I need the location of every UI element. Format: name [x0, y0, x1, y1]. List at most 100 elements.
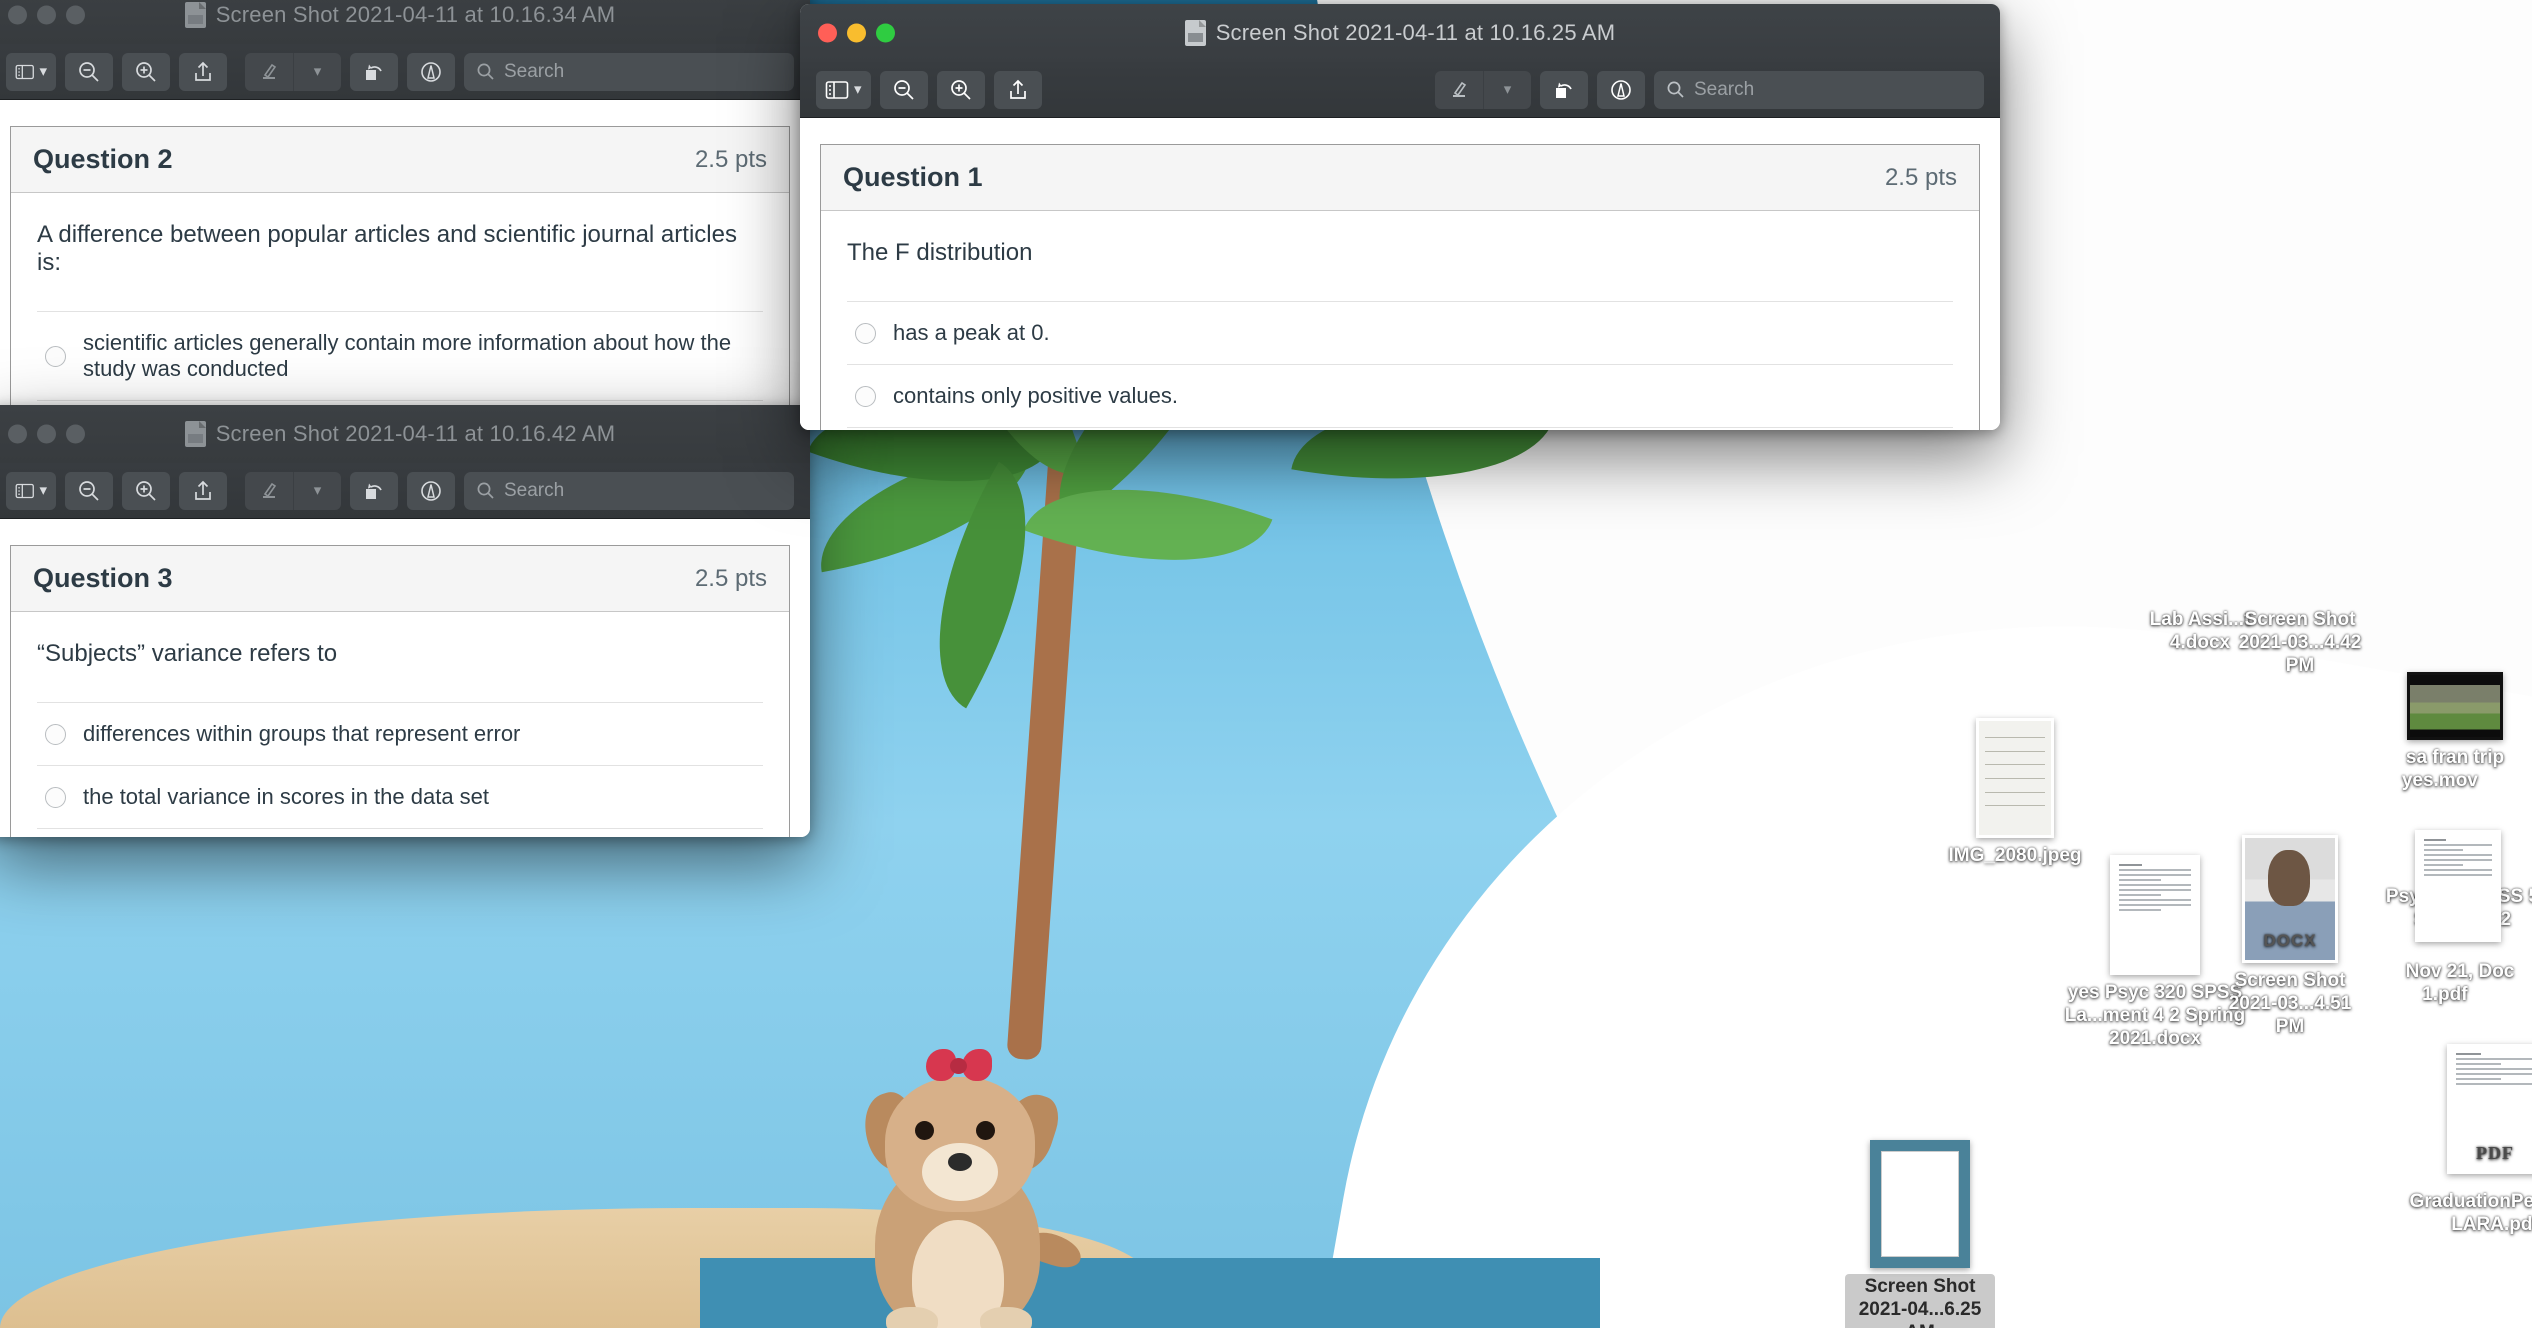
preview-toolbar[interactable]: ▾ ▾ Search [0, 463, 810, 519]
icloud-download-icon[interactable] [2478, 986, 2498, 1002]
radio-button-icon[interactable] [855, 322, 876, 344]
dog-paw [980, 1307, 1032, 1328]
movie-thumbnail-icon [2410, 675, 2500, 737]
question-body: “Subjects” variance refers to difference… [11, 612, 789, 837]
radio-button-icon[interactable] [855, 385, 876, 407]
sidebar-view-button[interactable]: ▾ [6, 52, 56, 91]
search-input[interactable]: Search [1654, 70, 1984, 109]
zoom-out-button[interactable] [879, 70, 928, 109]
markup-button[interactable] [245, 52, 293, 91]
zoom-in-button[interactable] [122, 52, 170, 91]
question-header: Question 1 2.5 pts [821, 145, 1979, 211]
search-input[interactable]: Search [464, 52, 794, 91]
desktop-file-screenshot-0351[interactable]: DOCX Screen Shot 2021-03...4.51 PM [2215, 835, 2365, 1038]
desktop-file-label: Nov 21, Doc 1.pdf [2405, 961, 2515, 1005]
answer-label: scientific articles generally contain mo… [83, 330, 732, 381]
answer-option[interactable]: differences between groups [37, 828, 763, 837]
markup-button[interactable] [245, 471, 293, 510]
search-input[interactable]: Search [464, 471, 794, 510]
zoom-in-button[interactable] [936, 70, 985, 109]
desktop-file-graduation-petition[interactable]: PDF GraduationPetition LARA.pdf [2395, 1044, 2532, 1236]
chevron-down-icon: ▾ [854, 81, 862, 98]
annotate-button[interactable] [407, 471, 455, 510]
rotate-button[interactable] [1540, 70, 1588, 109]
document-file-icon [1184, 20, 1206, 46]
close-button[interactable] [818, 23, 837, 43]
desktop-file-screenshot-0425-selected[interactable]: Screen Shot 2021-04...6.25 AM [1845, 1140, 1995, 1328]
question-points: 2.5 pts [694, 145, 767, 173]
answer-option[interactable]: scientific articles generally contain mo… [37, 311, 763, 400]
annotate-button[interactable] [1597, 70, 1645, 109]
close-button[interactable] [8, 5, 27, 25]
radio-button-icon[interactable] [45, 786, 66, 808]
radio-button-icon[interactable] [45, 723, 66, 745]
desktop-file-nov21-doc1[interactable]: Nov 21, Doc 1.pdf [2385, 830, 2532, 1006]
answer-option[interactable]: contains only positive values. [847, 364, 1953, 427]
window-title-text: Screen Shot 2021-04-11 at 10.16.34 AM [215, 2, 616, 27]
window-title: Screen Shot 2021-04-11 at 10.16.42 AM [0, 421, 810, 447]
chevron-down-icon: ▾ [313, 482, 322, 499]
file-thumbnail [2407, 672, 2503, 740]
rotate-button[interactable] [350, 471, 398, 510]
preview-window-question-3[interactable]: Screen Shot 2021-04-11 at 10.16.42 AM ▾ … [0, 405, 810, 837]
question-box: Question 2 2.5 pts A difference between … [10, 126, 790, 416]
maximize-button[interactable] [66, 424, 85, 444]
share-button[interactable] [993, 70, 1042, 109]
answer-option[interactable]: the total variance in scores in the data… [37, 765, 763, 828]
icloud-download-icon[interactable] [2488, 772, 2508, 788]
markup-group[interactable]: ▾ [245, 52, 341, 91]
question-title: Question 1 [843, 162, 983, 192]
window-title-text: Screen Shot 2021-04-11 at 10.16.42 AM [215, 421, 616, 446]
question-header: Question 2 2.5 pts [11, 127, 789, 193]
zoom-out-button[interactable] [65, 471, 113, 510]
minimize-button[interactable] [37, 424, 56, 444]
notebook-photo-icon [1979, 721, 2051, 835]
answer-label: differences within groups that represent… [83, 721, 521, 746]
window-controls[interactable] [8, 424, 85, 444]
radio-button-icon[interactable] [45, 345, 66, 367]
window-titlebar[interactable]: Screen Shot 2021-04-11 at 10.16.42 AM [0, 405, 810, 463]
file-thumbnail: PDF [2447, 1044, 2532, 1174]
file-thumbnail [1976, 718, 2054, 838]
markup-group[interactable]: ▾ [245, 471, 341, 510]
window-titlebar[interactable]: Screen Shot 2021-04-11 at 10.16.34 AM [0, 0, 810, 44]
close-button[interactable] [8, 424, 27, 444]
icloud-download-icon[interactable] [2008, 870, 2028, 886]
sidebar-view-button[interactable]: ▾ [6, 471, 56, 510]
annotate-button[interactable] [407, 52, 455, 91]
answer-option[interactable]: differences within groups that represent… [37, 702, 763, 765]
window-controls[interactable] [818, 23, 895, 43]
zoom-out-button[interactable] [65, 52, 113, 91]
zoom-in-button[interactable] [122, 471, 170, 510]
share-button[interactable] [179, 52, 227, 91]
desktop-file-screenshot-0342[interactable]: Screen Shot 2021-03...4.42 PM [2225, 608, 2375, 677]
docx-badge: DOCX [2263, 931, 2317, 950]
preview-window-question-1[interactable]: Screen Shot 2021-04-11 at 10.16.25 AM ▾ … [800, 4, 2000, 430]
markup-dropdown-button[interactable]: ▾ [293, 52, 341, 91]
markup-dropdown-button[interactable]: ▾ [293, 471, 341, 510]
window-controls[interactable] [8, 5, 85, 25]
answer-option[interactable]: represents the frequencies of all possib… [847, 427, 1953, 430]
desktop-file-sa-fran-trip[interactable]: sa fran trip yes.mov [2380, 672, 2530, 792]
share-button[interactable] [179, 471, 227, 510]
bow-center [950, 1058, 967, 1074]
preview-toolbar[interactable]: ▾ ▾ Search [0, 44, 810, 100]
markup-button[interactable] [1435, 70, 1483, 109]
maximize-button[interactable] [876, 23, 895, 43]
preview-toolbar[interactable]: ▾ ▾ Search [800, 62, 2000, 118]
sidebar-view-button[interactable]: ▾ [816, 70, 871, 109]
rotate-button[interactable] [350, 52, 398, 91]
question-title: Question 3 [33, 563, 173, 593]
preview-window-question-2[interactable]: Screen Shot 2021-04-11 at 10.16.34 AM ▾ … [0, 0, 810, 416]
window-titlebar[interactable]: Screen Shot 2021-04-11 at 10.16.25 AM [800, 4, 2000, 62]
question-box: Question 1 2.5 pts The F distribution ha… [820, 144, 1980, 430]
question-prompt: “Subjects” variance refers to [37, 640, 338, 667]
minimize-button[interactable] [37, 5, 56, 25]
chevron-down-icon: ▾ [39, 63, 47, 80]
answer-option[interactable]: has a peak at 0. [847, 301, 1953, 364]
document-content: Question 1 2.5 pts The F distribution ha… [800, 118, 2000, 430]
maximize-button[interactable] [66, 5, 85, 25]
markup-group[interactable]: ▾ [1435, 70, 1531, 109]
markup-dropdown-button[interactable]: ▾ [1483, 70, 1531, 109]
minimize-button[interactable] [847, 23, 866, 43]
